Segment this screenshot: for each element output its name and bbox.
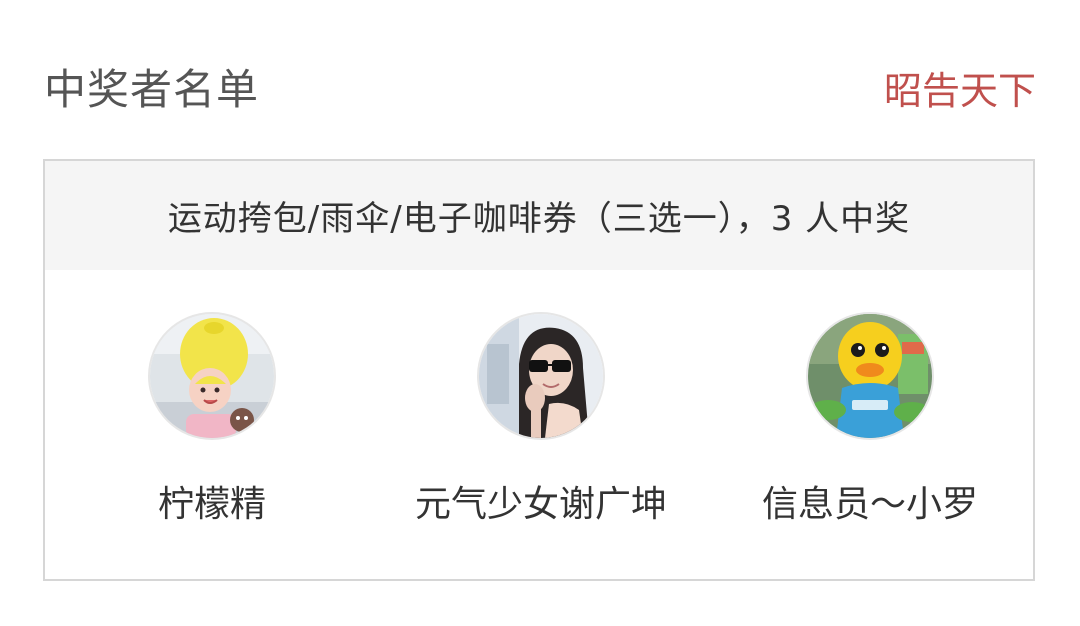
sunglasses-avatar-icon[interactable] [479, 314, 603, 438]
yellow-duck-avatar-icon[interactable] [808, 314, 932, 438]
winner-name: 元气少女谢广坤 [414, 484, 667, 525]
header: 中奖者名单 昭告天下 [0, 0, 1080, 160]
lemon-hat-avatar-icon[interactable] [150, 314, 274, 438]
announce-link[interactable]: 昭告天下 [884, 64, 1036, 118]
prize-description: 运动挎包/雨伞/电子咖啡券（三选一），3 人中奖 [167, 199, 911, 239]
winners-card: 运动挎包/雨伞/电子咖啡券（三选一），3 人中奖 柠檬精 元气少女谢广坤 信息员… [43, 159, 1035, 581]
winner-name: 信息员～小罗 [761, 484, 978, 525]
winner-item[interactable]: 信息员～小罗 [720, 314, 1020, 529]
page-title: 中奖者名单 [44, 65, 260, 114]
winner-name: 柠檬精 [157, 484, 266, 525]
winner-item[interactable]: 柠檬精 [62, 314, 362, 529]
winners-list: 柠檬精 元气少女谢广坤 信息员～小罗 [45, 270, 1033, 581]
winner-item[interactable]: 元气少女谢广坤 [391, 314, 691, 529]
prize-header: 运动挎包/雨伞/电子咖啡券（三选一），3 人中奖 [45, 161, 1033, 270]
